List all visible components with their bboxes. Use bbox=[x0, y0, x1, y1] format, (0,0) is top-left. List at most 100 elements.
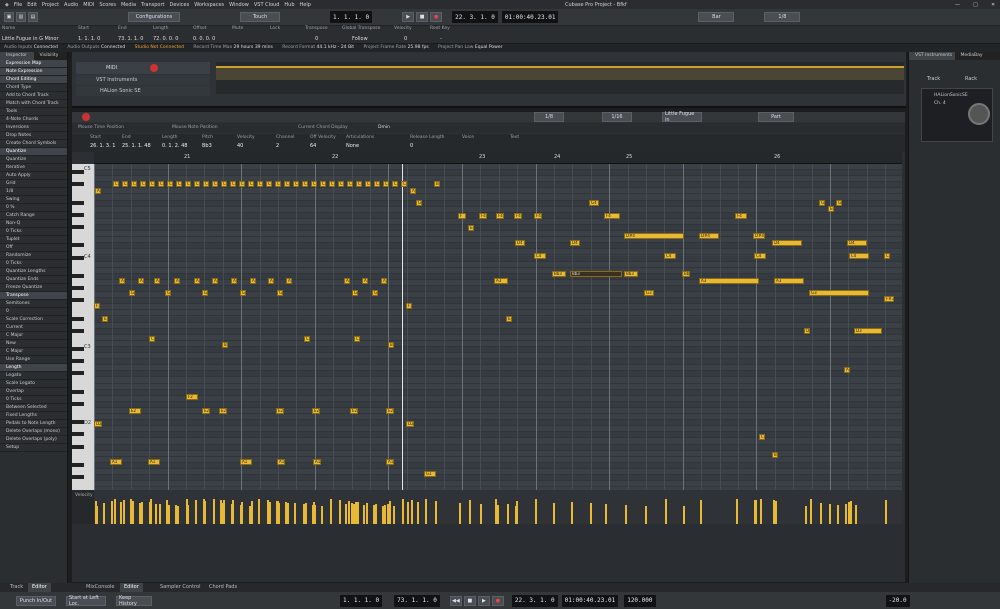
black-key[interactable] bbox=[72, 359, 84, 364]
midi-note[interactable]: G3 bbox=[372, 290, 378, 296]
midi-note[interactable]: C bbox=[167, 181, 173, 187]
velocity-bar[interactable] bbox=[885, 500, 887, 524]
position-display-small[interactable]: 1. 1. 1. 0 bbox=[330, 11, 373, 23]
velocity-bar[interactable] bbox=[241, 503, 243, 524]
midi-note[interactable]: G3 bbox=[129, 290, 135, 296]
midi-note[interactable]: A3 bbox=[212, 278, 218, 284]
midi-note[interactable]: E2 bbox=[129, 408, 141, 414]
velocity-bar[interactable] bbox=[287, 503, 289, 524]
inspector-item[interactable]: Chord Editing bbox=[0, 76, 67, 84]
midi-note[interactable]: C bbox=[383, 181, 389, 187]
midi-note[interactable]: A1 bbox=[386, 459, 394, 465]
black-key[interactable] bbox=[72, 420, 84, 425]
midi-note[interactable]: D#4 bbox=[753, 233, 765, 239]
note-info-value[interactable]: 0 bbox=[410, 143, 413, 149]
inspector-item[interactable]: New bbox=[0, 340, 67, 348]
inspector-item[interactable]: Delete Overlaps (mono) bbox=[0, 428, 67, 436]
midi-note[interactable]: G3 bbox=[240, 290, 246, 296]
start-left-loc-button[interactable]: Start at Left Loc. bbox=[66, 595, 106, 607]
velocity-bar[interactable] bbox=[850, 501, 852, 524]
midi-note[interactable]: C4 bbox=[754, 253, 766, 259]
info-lock[interactable]: Lock bbox=[270, 26, 298, 44]
midi-note[interactable]: G4 bbox=[589, 200, 599, 206]
midi-note[interactable]: E2 bbox=[219, 408, 227, 414]
midi-note[interactable]: A1 bbox=[110, 459, 122, 465]
midi-note[interactable]: C bbox=[194, 181, 200, 187]
inspector-item[interactable]: 0 % bbox=[0, 204, 67, 212]
menu-item-window[interactable]: Window bbox=[229, 2, 249, 8]
midi-note[interactable]: C4 bbox=[849, 253, 869, 259]
velocity-bar[interactable] bbox=[366, 503, 368, 524]
black-key[interactable] bbox=[72, 298, 84, 303]
velocity-bar[interactable] bbox=[497, 505, 499, 524]
velocity-bar[interactable] bbox=[387, 506, 389, 524]
velocity-bar[interactable] bbox=[232, 500, 234, 524]
midi-note[interactable]: F4 bbox=[514, 213, 522, 219]
midi-note[interactable]: C bbox=[329, 181, 335, 187]
inspector-item[interactable]: Quantize bbox=[0, 148, 67, 156]
midi-note[interactable]: A1 bbox=[240, 459, 252, 465]
velocity-bar[interactable] bbox=[425, 499, 427, 524]
note-info-value[interactable]: 2 bbox=[276, 143, 279, 149]
velocity-bar[interactable] bbox=[855, 505, 857, 524]
midi-note[interactable]: A1 bbox=[313, 459, 321, 465]
velocity-bar[interactable] bbox=[393, 506, 395, 524]
inspector-item[interactable]: Length bbox=[0, 364, 67, 372]
midi-note[interactable]: A2 bbox=[844, 367, 850, 373]
velocity-bar[interactable] bbox=[103, 503, 105, 524]
velocity-bar[interactable] bbox=[516, 501, 518, 524]
midi-note[interactable]: C bbox=[122, 181, 128, 187]
stop-button[interactable]: ■ bbox=[416, 12, 429, 22]
note-info-value[interactable]: 40 bbox=[237, 143, 243, 149]
inspector-item[interactable]: Iterative bbox=[0, 164, 67, 172]
transport-position[interactable]: 22. 3. 1. 0 bbox=[511, 594, 558, 607]
velocity-bar[interactable] bbox=[837, 505, 839, 524]
velocity-bar[interactable] bbox=[168, 505, 170, 524]
black-key[interactable] bbox=[72, 328, 84, 333]
velocity-bar[interactable] bbox=[294, 503, 296, 524]
velocity-bar[interactable] bbox=[389, 501, 391, 524]
velocity-bar[interactable] bbox=[187, 505, 189, 524]
velocity-bar[interactable] bbox=[363, 505, 365, 524]
midi-note[interactable]: C bbox=[293, 181, 299, 187]
velocity-bar[interactable] bbox=[384, 505, 386, 524]
midi-note[interactable]: C bbox=[284, 181, 290, 187]
midi-note[interactable]: C bbox=[401, 181, 407, 187]
tab-mixconsole[interactable]: MixConsole bbox=[82, 583, 119, 592]
part-name-field[interactable]: Little Fugue in bbox=[662, 111, 702, 123]
info-transpose[interactable]: Transpose 0 bbox=[305, 26, 341, 44]
menu-item-project[interactable]: Project bbox=[42, 2, 59, 8]
velocity-bar[interactable] bbox=[773, 500, 775, 524]
rack-tab[interactable]: Rack bbox=[965, 76, 977, 82]
midi-note[interactable]: C bbox=[356, 181, 362, 187]
toolbar-toggle-button[interactable]: ▥ bbox=[16, 12, 26, 22]
keep-history-button[interactable]: Keep History bbox=[116, 595, 152, 607]
midi-note[interactable]: C bbox=[248, 181, 254, 187]
inspector-item[interactable]: Quantize Ends bbox=[0, 276, 67, 284]
velocity-bar[interactable] bbox=[775, 501, 777, 524]
midi-note[interactable]: G1 bbox=[424, 471, 436, 477]
inspector-item[interactable]: Inversions bbox=[0, 124, 67, 132]
midi-note[interactable]: Bb3 bbox=[682, 271, 690, 277]
midi-note[interactable]: C3 bbox=[354, 336, 360, 342]
info-start[interactable]: Start 1. 1. 1. 0 bbox=[78, 26, 118, 44]
midi-note[interactable]: F4 bbox=[735, 213, 747, 219]
inspector-item[interactable]: Quantize bbox=[0, 156, 67, 164]
menu-item-midi[interactable]: MIDI bbox=[83, 2, 94, 8]
velocity-bar[interactable] bbox=[590, 503, 592, 524]
velocity-bar[interactable] bbox=[553, 503, 555, 524]
velocity-bar[interactable] bbox=[375, 504, 377, 524]
velocity-bar[interactable] bbox=[175, 505, 177, 524]
black-key[interactable] bbox=[72, 182, 84, 187]
inspector-item[interactable]: 0 Ticks bbox=[0, 396, 67, 404]
midi-note[interactable]: Bb3 bbox=[624, 271, 638, 277]
midi-note[interactable]: C bbox=[212, 181, 218, 187]
midi-note[interactable]: E3 bbox=[102, 316, 108, 322]
midi-note[interactable]: C3 bbox=[149, 336, 155, 342]
velocity-bar[interactable] bbox=[495, 499, 497, 524]
midi-note[interactable]: G4 bbox=[836, 200, 842, 206]
midi-note[interactable]: D2 bbox=[94, 421, 102, 427]
note-info-value[interactable]: 0. 1. 2. 48 bbox=[162, 143, 187, 149]
velocity-bar[interactable] bbox=[213, 499, 215, 524]
midi-note[interactable]: Bb bbox=[772, 452, 778, 458]
